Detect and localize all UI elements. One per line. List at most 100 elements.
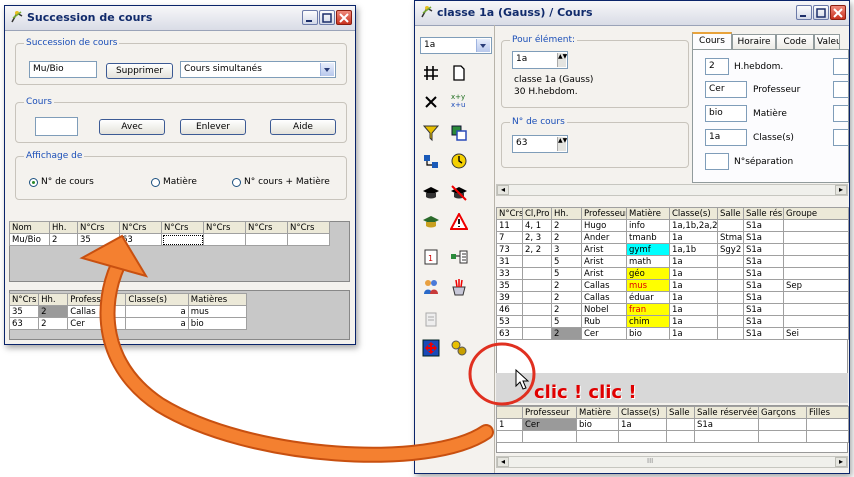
table-cell[interactable] [806, 418, 849, 431]
copy-icon[interactable] [450, 124, 468, 142]
table-cell[interactable] [522, 327, 552, 340]
scroll-left-icon[interactable]: ◂ [497, 185, 509, 195]
radio-course-number-subject-label[interactable]: N° cours + Matière [244, 177, 330, 187]
delete-icon[interactable] [422, 93, 440, 111]
list-link-icon[interactable] [450, 248, 468, 266]
teacher-green-icon[interactable] [422, 213, 440, 231]
table-row[interactable]: 73 2, 2 3 Arist gymf 1a,1b Sgy2 S1a [496, 243, 849, 256]
calendar-icon[interactable]: 1 [422, 248, 440, 266]
column-header[interactable] [496, 406, 523, 419]
table-cell[interactable] [666, 418, 695, 431]
table-cell[interactable] [717, 267, 744, 280]
table-cell[interactable] [522, 430, 577, 443]
hours-field[interactable]: 2 [705, 58, 729, 75]
table-cell[interactable]: 2 [38, 305, 69, 318]
table-cell[interactable]: Arist [581, 267, 627, 280]
table-cell[interactable]: S1a [743, 255, 784, 268]
side-field[interactable] [833, 129, 848, 146]
table-cell[interactable] [161, 233, 204, 246]
table-row[interactable]: 39 2 Callas éduar 1a S1a [496, 291, 849, 304]
table-cell[interactable]: chim [626, 315, 670, 328]
table-cell[interactable]: 5 [551, 255, 582, 268]
maximize-button[interactable] [319, 10, 335, 25]
class-combo[interactable]: 1a [420, 37, 492, 54]
table-cell[interactable]: fran [626, 303, 670, 316]
table-cell[interactable]: math [626, 255, 670, 268]
column-header[interactable]: Professeur [522, 406, 577, 419]
table-cell[interactable]: mus [626, 279, 670, 292]
column-header[interactable]: Classe(s) [669, 207, 718, 220]
table-row[interactable]: 31 5 Arist math 1a S1a [496, 255, 849, 268]
column-header[interactable]: Salle [666, 406, 695, 419]
table-cell[interactable] [783, 291, 849, 304]
succession-name-field[interactable]: Mu/Bio [29, 61, 97, 78]
table-cell[interactable] [717, 315, 744, 328]
table-cell[interactable] [522, 255, 552, 268]
scroll-left-icon[interactable]: ◂ [497, 457, 509, 467]
chevron-down-icon[interactable] [476, 39, 490, 52]
table-cell[interactable] [717, 327, 744, 340]
close-button[interactable] [336, 10, 352, 25]
table-cell[interactable]: Rub [581, 315, 627, 328]
table-cell[interactable]: S1a [743, 327, 784, 340]
table-cell[interactable]: 1a,1b,2a,2 [669, 219, 718, 232]
table-cell[interactable]: Mu/Bio [9, 233, 50, 246]
table-cell[interactable] [717, 303, 744, 316]
column-header[interactable]: Groupe [783, 207, 849, 220]
table-cell[interactable]: S1a [743, 267, 784, 280]
table-cell[interactable]: 73 [496, 243, 523, 256]
subject-field[interactable]: bio [705, 105, 747, 122]
table-cell[interactable]: Cer [67, 317, 127, 330]
table-cell[interactable]: 7 [496, 231, 523, 244]
disabled-document-icon[interactable] [422, 311, 440, 329]
table-cell[interactable]: Cer [581, 327, 627, 340]
column-header[interactable]: Professe [67, 293, 127, 306]
column-header[interactable]: N°Crs [77, 221, 120, 234]
column-header[interactable]: Salle [717, 207, 744, 220]
table-row[interactable]: 63 2 Cer a bio [8, 317, 248, 330]
warning-icon[interactable] [450, 213, 468, 231]
table-cell[interactable]: 2, 3 [522, 231, 552, 244]
column-header[interactable]: Professeur [581, 207, 627, 220]
table-cell[interactable]: a [125, 317, 189, 330]
table-cell[interactable]: 2 [551, 231, 582, 244]
course-number-field[interactable]: 63 ▲▼ [512, 135, 568, 153]
table-cell[interactable]: 2 [38, 317, 69, 330]
table-cell[interactable] [576, 430, 619, 443]
table-cell[interactable]: Callas [581, 279, 627, 292]
table-cell[interactable]: 5 [551, 267, 582, 280]
table-cell[interactable]: Sei [783, 327, 849, 340]
column-header[interactable]: Salle rés [743, 207, 784, 220]
radio-subject-label[interactable]: Matière [163, 177, 197, 187]
side-field[interactable] [833, 105, 848, 122]
minimize-button[interactable] [796, 5, 812, 20]
table-cell[interactable] [806, 430, 849, 443]
table-cell[interactable] [783, 255, 849, 268]
table-cell[interactable]: Arist [581, 243, 627, 256]
table-cell[interactable] [522, 303, 552, 316]
table-cell[interactable]: bio [626, 327, 670, 340]
table-cell[interactable]: 2 [551, 279, 582, 292]
maximize-button[interactable] [813, 5, 829, 20]
table-cell[interactable] [783, 303, 849, 316]
column-header[interactable]: Classe(s) [125, 293, 189, 306]
scroll-right-icon[interactable]: ▸ [835, 457, 847, 467]
gears-icon[interactable] [450, 339, 468, 357]
table-cell[interactable]: 1a [669, 279, 718, 292]
table-row[interactable]: 11 4, 1 2 Hugo info 1a,1b,2a,2 S1a [496, 219, 849, 232]
table-cell[interactable]: tmanb [626, 231, 670, 244]
table-cell[interactable]: Arist [581, 255, 627, 268]
move-icon[interactable] [422, 339, 440, 357]
table-cell[interactable]: S1a [743, 303, 784, 316]
table-cell[interactable] [717, 279, 744, 292]
table-cell[interactable]: Sep [783, 279, 849, 292]
course-grid[interactable]: N°Crs Cl,Pro Hh. Professeur Matière Clas… [496, 207, 849, 340]
mode-combo[interactable]: Cours simultanés [180, 61, 336, 78]
scroll-right-icon[interactable]: ▸ [835, 185, 847, 195]
table-cell[interactable]: Callas [67, 305, 127, 318]
delete-button[interactable]: Supprimer [106, 63, 173, 79]
column-header[interactable]: N°Crs [245, 221, 288, 234]
table-cell[interactable] [717, 255, 744, 268]
spinner-icon[interactable]: ▲▼ [557, 53, 567, 67]
table-cell[interactable]: 2 [551, 219, 582, 232]
